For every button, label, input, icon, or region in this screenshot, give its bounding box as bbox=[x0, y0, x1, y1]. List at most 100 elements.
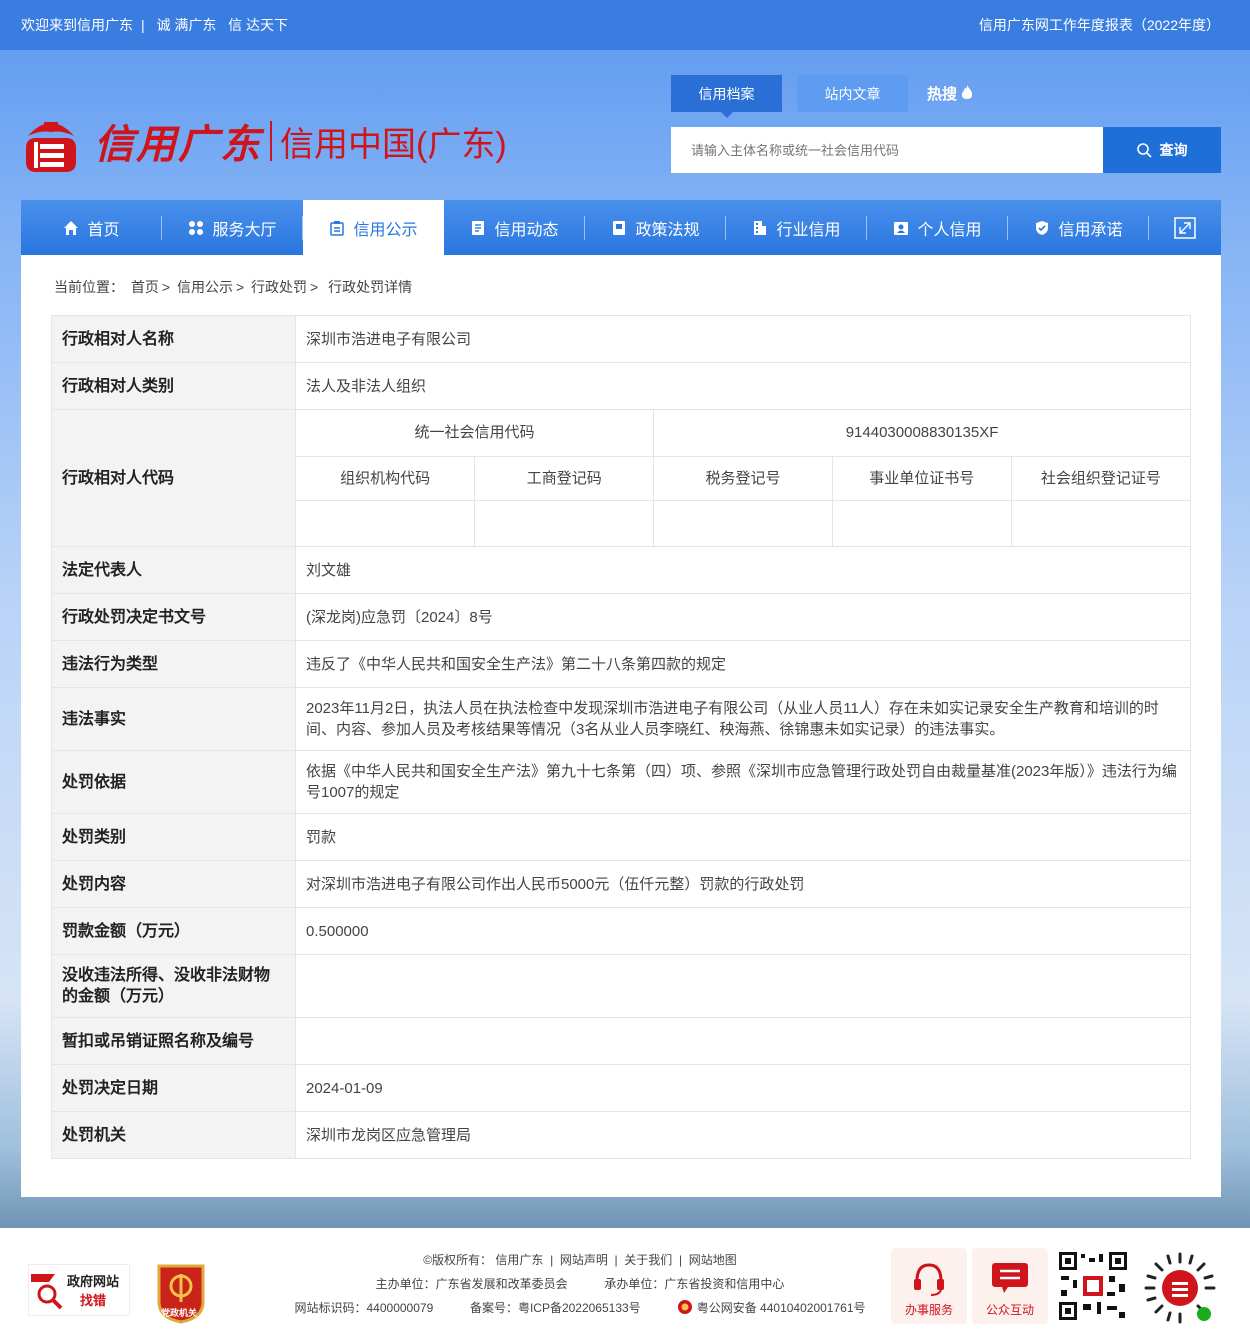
police-record-link[interactable]: 粤公网安备 44010402001761号 bbox=[697, 1301, 866, 1315]
top-welcome: 欢迎来到信用广东 | 诚 满广东 信 达天下 bbox=[21, 17, 288, 33]
party-gov-badge[interactable]: 党政机关 bbox=[155, 1262, 207, 1324]
social-org-value bbox=[1010, 499, 1190, 546]
gov-site-error-badge[interactable]: 政府网站 找错 bbox=[28, 1264, 130, 1316]
breadcrumb-current: 行政处罚详情 bbox=[328, 279, 413, 295]
logo-emblem-icon bbox=[22, 108, 80, 174]
search-input[interactable] bbox=[671, 127, 1103, 173]
table-row: 行政相对人代码 统一社会信用代码 9144030008830135XF 组织机构… bbox=[51, 409, 1191, 547]
breadcrumb-home[interactable]: 首页 bbox=[131, 279, 159, 295]
annual-report-link[interactable]: 信用广东网工作年度报表（2022年度） bbox=[979, 15, 1220, 35]
field-label: 处罚内容 bbox=[51, 860, 296, 908]
breadcrumb-credit-publicity[interactable]: 信用公示 bbox=[177, 279, 233, 295]
code-subtable-cell: 统一社会信用代码 9144030008830135XF 组织机构代码 工商登记码… bbox=[295, 409, 1191, 547]
sponsor-text: 主办单位：广东省发展和改革委员会 bbox=[375, 1277, 568, 1291]
footer-units: 主办单位：广东省发展和改革委员会 承办单位：广东省投资和信用中心 bbox=[280, 1272, 880, 1296]
nav-service-hall[interactable]: 服务大厅 bbox=[162, 200, 303, 255]
nav-label: 服务大厅 bbox=[212, 221, 277, 239]
shield-check-icon bbox=[1036, 220, 1049, 235]
nav-personal-credit[interactable]: 个人信用 bbox=[867, 200, 1008, 255]
document-icon bbox=[472, 220, 485, 235]
tab-credit-archive[interactable]: 信用档案 bbox=[671, 75, 782, 118]
police-badge-icon bbox=[678, 1300, 693, 1314]
footer: 政府网站 找错 党政机关 ©版权所有： 信用广东 | 网站声明 | 关于我们 |… bbox=[0, 1228, 1250, 1342]
gov-badge-top: 政府网站 bbox=[67, 1274, 120, 1289]
field-label: 违法事实 bbox=[51, 687, 296, 751]
search-button[interactable]: 查询 bbox=[1103, 127, 1221, 173]
nav-policy[interactable]: 政策法规 bbox=[585, 200, 726, 255]
hot-search-label: 热搜 bbox=[927, 86, 958, 103]
hot-search-link[interactable]: 热搜 bbox=[927, 83, 973, 104]
interaction-button[interactable]: 公众互动 bbox=[972, 1248, 1048, 1324]
logo-sub-text: 信用中国(广东) bbox=[280, 125, 507, 164]
slogan-1: 诚 满广东 bbox=[156, 17, 217, 33]
field-value: 罚款 bbox=[295, 813, 1191, 861]
org-code-value bbox=[296, 499, 476, 546]
table-row: 行政相对人类别 法人及非法人组织 bbox=[51, 362, 1191, 410]
footer-links[interactable]: ©版权所有： 信用广东 | 网站声明 | 关于我们 | 网站地图 bbox=[280, 1248, 880, 1272]
top-bar: 欢迎来到信用广东 | 诚 满广东 信 达天下 信用广东网工作年度报表（2022年度… bbox=[0, 0, 1250, 50]
breadcrumb-admin-penalty[interactable]: 行政处罚 bbox=[251, 279, 307, 295]
org-code-label: 组织机构代码 bbox=[296, 455, 476, 501]
nav-industry-credit[interactable]: 行业信用 bbox=[726, 200, 867, 255]
search-button-label: 查询 bbox=[1159, 142, 1188, 158]
field-value: 深圳市浩进电子有限公司 bbox=[295, 315, 1191, 363]
nav-credit-publicity[interactable]: 信用公示 bbox=[303, 200, 444, 255]
biz-reg-label: 工商登记码 bbox=[474, 455, 655, 501]
search-tabs: 信用档案 站内文章 热搜 bbox=[671, 75, 973, 118]
qr-code-icon bbox=[1057, 1250, 1129, 1322]
field-label: 罚款金额（万元） bbox=[51, 907, 296, 955]
nav-expand-button[interactable] bbox=[1149, 200, 1221, 255]
flame-icon bbox=[962, 85, 973, 99]
field-value bbox=[295, 1017, 1191, 1065]
field-value: 法人及非法人组织 bbox=[295, 362, 1191, 410]
main-nav: 首页 服务大厅 信用公示 信用动态 政策法规 行业信用 个人信用 信用承诺 bbox=[21, 200, 1221, 255]
clipboard-icon bbox=[330, 220, 345, 236]
message-icon bbox=[992, 1263, 1028, 1293]
field-value: 深圳市龙岗区应急管理局 bbox=[295, 1111, 1191, 1159]
service-button[interactable]: 办事服务 bbox=[891, 1248, 967, 1324]
qr-code-wechat bbox=[1057, 1250, 1129, 1322]
table-row: 违法行为类型 违反了《中华人民共和国安全生产法》第二十八条第四款的规定 bbox=[51, 640, 1191, 688]
field-value: 对深圳市浩进电子有限公司作出人民币5000元（伍仟元整）罚款的行政处罚 bbox=[295, 860, 1191, 908]
header: 信用广东 信用中国(广东) bbox=[0, 50, 1250, 200]
field-value: (深龙岗)应急罚〔2024〕8号 bbox=[295, 593, 1191, 641]
tab-site-articles[interactable]: 站内文章 bbox=[797, 75, 908, 112]
code-subtable: 统一社会信用代码 9144030008830135XF 组织机构代码 工商登记码… bbox=[296, 410, 1190, 546]
search-bar: 查询 bbox=[671, 127, 1221, 173]
field-value: 刘文雄 bbox=[295, 546, 1191, 594]
field-value: 2023年11月2日，执法人员在执法检查中发现深圳市浩进电子有限公司（从业人员1… bbox=[295, 687, 1191, 751]
icp-link[interactable]: 备案号：粤ICP备2022065133号 bbox=[470, 1301, 641, 1315]
nav-label: 信用动态 bbox=[494, 221, 559, 239]
nav-label: 首页 bbox=[87, 221, 120, 239]
nav-credit-commitment[interactable]: 信用承诺 bbox=[1008, 200, 1149, 255]
service-label: 办事服务 bbox=[904, 1303, 953, 1317]
footer-ids: 网站标识码：4400000079 备案号：粤ICP备2022065133号 粤公… bbox=[280, 1296, 880, 1320]
field-label: 行政处罚决定书文号 bbox=[51, 593, 296, 641]
headset-icon bbox=[914, 1263, 944, 1296]
field-label: 处罚依据 bbox=[51, 750, 296, 814]
field-label: 法定代表人 bbox=[51, 546, 296, 594]
main-content: 当前位置： 首页 > 信用公示 > 行政处罚 > 行政处罚详情 行政相对人名称 深圳市… bbox=[21, 255, 1221, 1197]
field-value: 2024-01-09 bbox=[295, 1064, 1191, 1112]
party-label: 党政机关 bbox=[161, 1308, 198, 1318]
biz-reg-value bbox=[474, 499, 655, 546]
institution-cert-label: 事业单位证书号 bbox=[831, 455, 1012, 501]
grid-icon bbox=[189, 220, 204, 235]
table-row: 处罚内容 对深圳市浩进电子有限公司作出人民币5000元（伍仟元整）罚款的行政处罚 bbox=[51, 860, 1191, 908]
table-row: 处罚依据 依据《中华人民共和国安全生产法》第九十七条第（四）项、参照《深圳市应急… bbox=[51, 750, 1191, 814]
field-label: 处罚类别 bbox=[51, 813, 296, 861]
gov-badge-bottom: 找错 bbox=[80, 1293, 107, 1308]
search-icon bbox=[1136, 142, 1152, 158]
logo-divider bbox=[270, 121, 272, 161]
field-label: 行政相对人类别 bbox=[51, 362, 296, 410]
nav-credit-news[interactable]: 信用动态 bbox=[444, 200, 585, 255]
breadcrumb: 当前位置： 首页 > 信用公示 > 行政处罚 > 行政处罚详情 bbox=[54, 279, 413, 295]
site-logo[interactable]: 信用广东 信用中国(广东) bbox=[22, 108, 507, 174]
interact-label: 公众互动 bbox=[985, 1303, 1034, 1317]
tax-reg-value bbox=[653, 499, 833, 546]
building-icon bbox=[754, 220, 767, 235]
nav-label: 个人信用 bbox=[917, 221, 982, 239]
table-row: 处罚决定日期 2024-01-09 bbox=[51, 1064, 1191, 1112]
nav-home[interactable]: 首页 bbox=[21, 200, 162, 255]
tax-reg-label: 税务登记号 bbox=[653, 455, 833, 501]
